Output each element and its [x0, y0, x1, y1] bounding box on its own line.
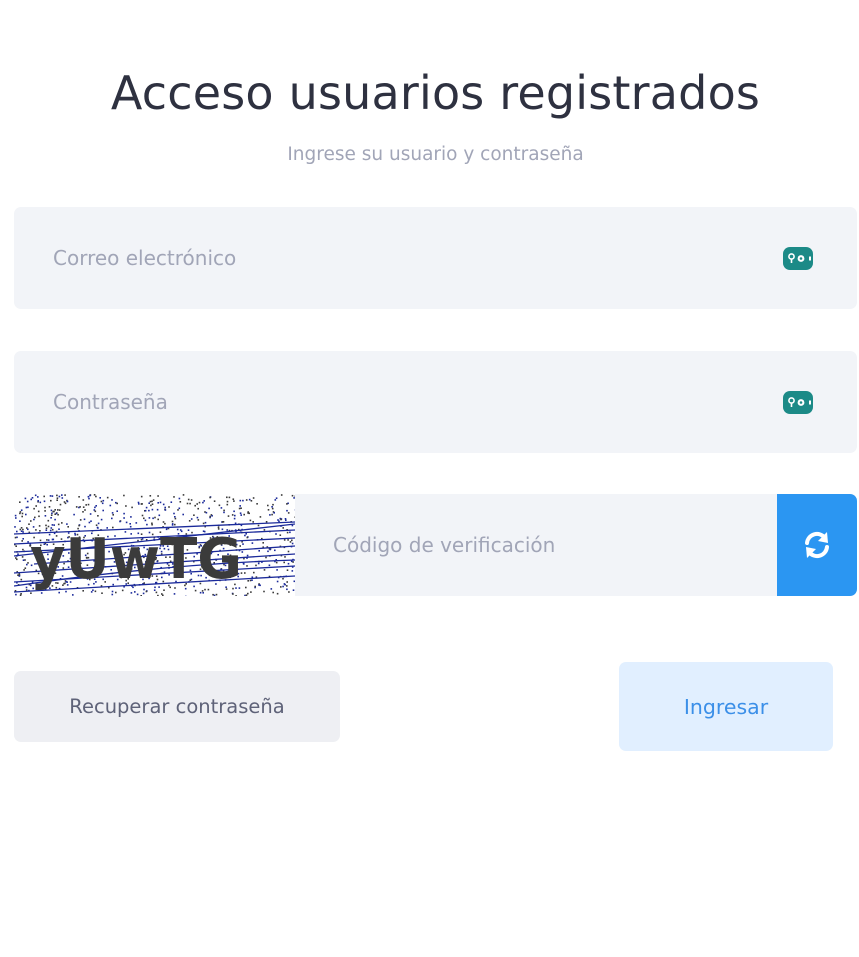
- refresh-icon: [805, 531, 829, 559]
- password-manager-icon[interactable]: [783, 247, 813, 270]
- captcha-refresh-button[interactable]: [777, 494, 857, 596]
- captcha-row: yUwTG: [14, 494, 857, 596]
- password-field-container: [14, 351, 857, 453]
- email-field[interactable]: [14, 207, 857, 309]
- login-button[interactable]: Ingresar: [619, 662, 833, 751]
- page-subtitle: Ingrese su usuario y contraseña: [287, 144, 584, 165]
- captcha-image: yUwTG: [14, 494, 295, 596]
- recover-password-button[interactable]: Recuperar contraseña: [14, 671, 340, 742]
- captcha-code-field[interactable]: [295, 494, 777, 596]
- email-field-container: [14, 207, 857, 309]
- password-manager-icon[interactable]: [783, 391, 813, 414]
- page-title: Acceso usuarios registrados: [110, 66, 761, 120]
- password-field[interactable]: [14, 351, 857, 453]
- captcha-text: yUwTG: [30, 527, 242, 592]
- captcha-code-container: [295, 494, 777, 596]
